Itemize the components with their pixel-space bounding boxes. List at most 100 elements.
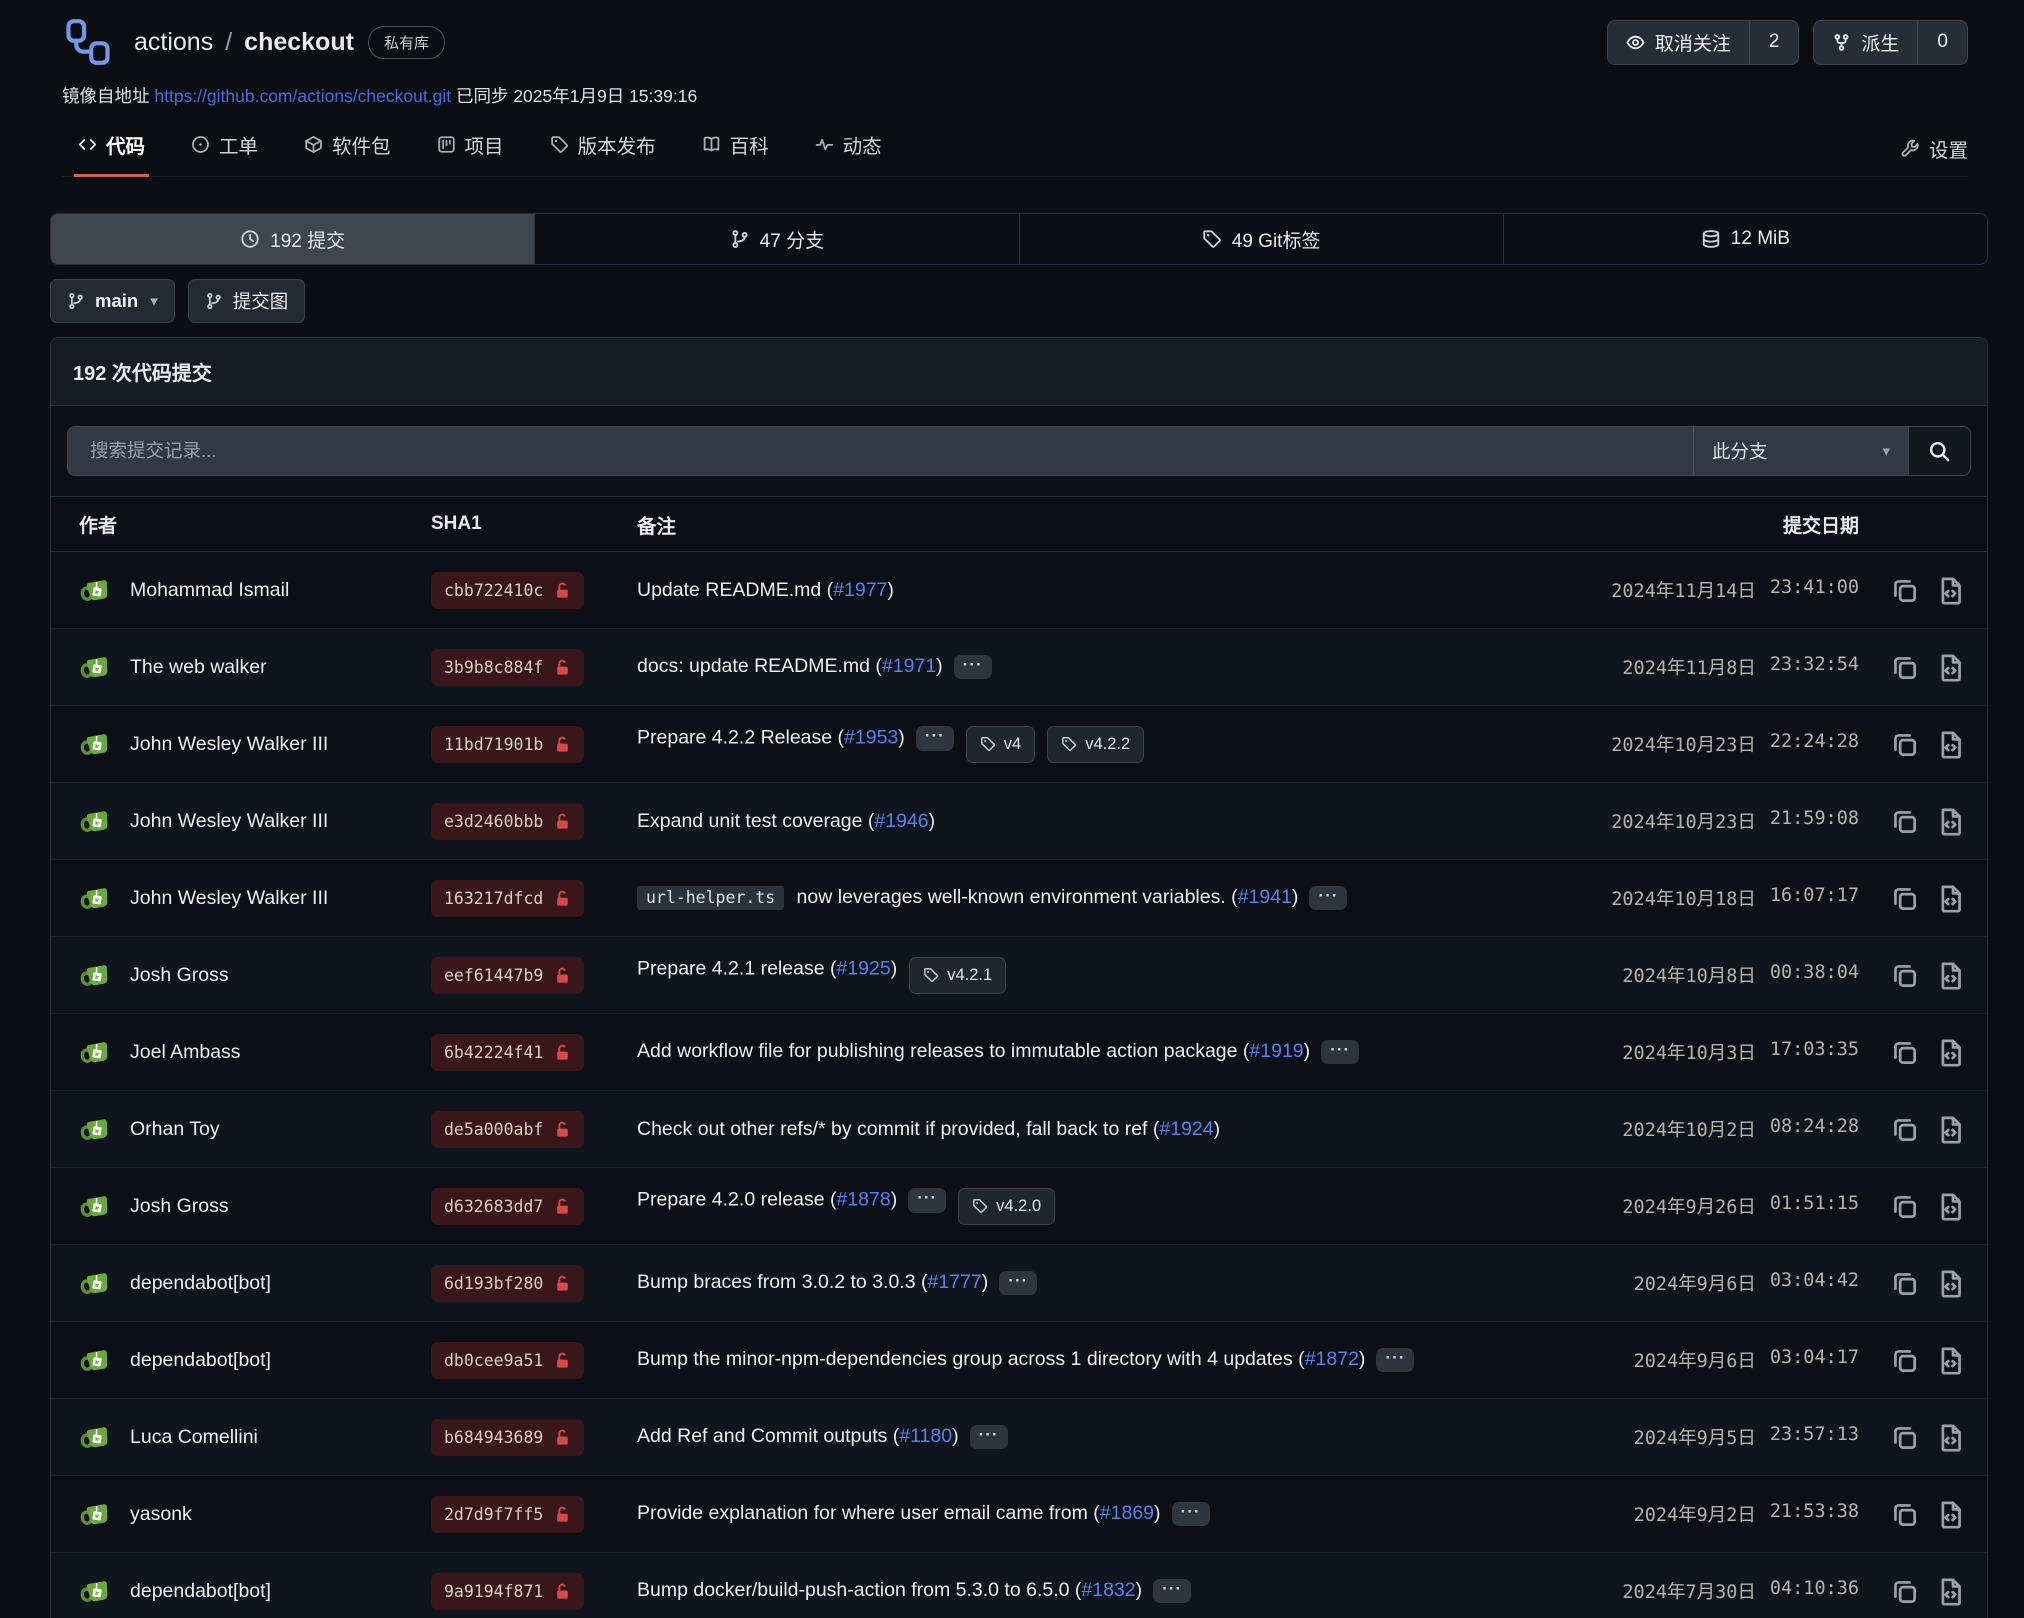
mirror-url-link[interactable]: https://github.com/actions/checkout.git [154,86,451,106]
copy-sha-icon[interactable] [1890,730,1919,759]
commit-author-name[interactable]: John Wesley Walker III [130,810,328,833]
repo-owner-link[interactable]: actions [134,28,213,57]
stat-segment[interactable]: 192 提交 [51,214,534,264]
branch-selector[interactable]: main ▾ [50,279,175,323]
copy-sha-icon[interactable] [1890,1192,1919,1221]
view-file-at-commit-icon[interactable] [1936,1577,1965,1606]
expand-commit-message-button[interactable]: ··· [1376,1348,1414,1373]
expand-commit-message-button[interactable]: ··· [1172,1502,1210,1527]
avatar[interactable] [79,1035,114,1070]
avatar[interactable] [79,650,114,685]
commit-author-name[interactable]: dependabot[bot] [130,1349,271,1372]
version-tag-chip[interactable]: v4 [966,726,1035,763]
avatar[interactable] [79,573,114,608]
view-file-at-commit-icon[interactable] [1936,884,1965,913]
avatar[interactable] [79,1420,114,1455]
pr-link[interactable]: #1941 [1238,886,1292,908]
commit-sha-badge[interactable]: 11bd71901b [431,726,584,763]
avatar[interactable] [79,1343,114,1378]
copy-sha-icon[interactable] [1890,884,1919,913]
copy-sha-icon[interactable] [1890,1115,1919,1144]
tab-settings[interactable]: 设置 [1901,134,1968,163]
expand-commit-message-button[interactable]: ··· [908,1188,946,1213]
tab-activity[interactable]: 动态 [811,124,886,177]
commit-sha-badge[interactable]: db0cee9a51 [431,1342,584,1379]
tab-package[interactable]: 软件包 [300,124,395,177]
copy-sha-icon[interactable] [1890,1577,1919,1606]
copy-sha-icon[interactable] [1890,1269,1919,1298]
unwatch-button[interactable]: 取消关注 [1608,21,1749,64]
view-file-at-commit-icon[interactable] [1936,730,1965,759]
pr-link[interactable]: #1869 [1100,1502,1154,1524]
avatar[interactable] [79,1574,114,1609]
commit-sha-badge[interactable]: 163217dfcd [431,880,584,917]
avatar[interactable] [79,1112,114,1147]
commit-graph-button[interactable]: 提交图 [188,279,306,323]
pr-link[interactable]: #1872 [1305,1348,1359,1370]
search-button[interactable] [1908,427,1970,475]
copy-sha-icon[interactable] [1890,576,1919,605]
commit-author-name[interactable]: Mohammad Ismail [130,579,289,602]
expand-commit-message-button[interactable]: ··· [916,726,954,751]
view-file-at-commit-icon[interactable] [1936,961,1965,990]
commit-author-name[interactable]: John Wesley Walker III [130,887,328,910]
expand-commit-message-button[interactable]: ··· [954,655,992,680]
commit-sha-badge[interactable]: 6b42224f41 [431,1034,584,1071]
avatar[interactable] [79,958,114,993]
commit-sha-badge[interactable]: d632683dd7 [431,1188,584,1225]
pr-link[interactable]: #1878 [836,1188,890,1210]
commit-sha-badge[interactable]: b684943689 [431,1419,584,1456]
avatar[interactable] [79,881,114,916]
view-file-at-commit-icon[interactable] [1936,576,1965,605]
pr-link[interactable]: #1971 [882,655,936,677]
copy-sha-icon[interactable] [1890,961,1919,990]
avatar[interactable] [79,804,114,839]
commit-author-name[interactable]: The web walker [130,656,267,679]
commit-sha-badge[interactable]: de5a000abf [431,1111,584,1148]
copy-sha-icon[interactable] [1890,653,1919,682]
version-tag-chip[interactable]: v4.2.0 [958,1188,1055,1225]
commit-author-name[interactable]: Luca Comellini [130,1426,258,1449]
view-file-at-commit-icon[interactable] [1936,1500,1965,1529]
repo-name-link[interactable]: checkout [244,28,354,57]
tab-release[interactable]: 版本发布 [546,124,660,177]
avatar[interactable] [79,727,114,762]
avatar[interactable] [79,1266,114,1301]
view-file-at-commit-icon[interactable] [1936,1115,1965,1144]
forks-count[interactable]: 0 [1917,21,1967,64]
expand-commit-message-button[interactable]: ··· [970,1425,1008,1450]
view-file-at-commit-icon[interactable] [1936,1038,1965,1067]
tab-issue[interactable]: 工单 [187,124,262,177]
commit-sha-badge[interactable]: 3b9b8c884f [431,649,584,686]
fork-button[interactable]: 派生 [1814,21,1917,64]
view-file-at-commit-icon[interactable] [1936,653,1965,682]
copy-sha-icon[interactable] [1890,1346,1919,1375]
commit-sha-badge[interactable]: 2d7d9f7ff5 [431,1496,584,1533]
view-file-at-commit-icon[interactable] [1936,1269,1965,1298]
view-file-at-commit-icon[interactable] [1936,1346,1965,1375]
pr-link[interactable]: #1953 [844,726,898,748]
commit-search-input[interactable] [68,427,1693,475]
commit-author-name[interactable]: Josh Gross [130,1195,229,1218]
watchers-count[interactable]: 2 [1749,21,1799,64]
tab-project[interactable]: 项目 [433,124,508,177]
commit-sha-badge[interactable]: 9a9194f871 [431,1573,584,1610]
commit-author-name[interactable]: yasonk [130,1503,192,1526]
pr-link[interactable]: #1777 [927,1271,981,1293]
pr-link[interactable]: #1925 [836,957,890,979]
expand-commit-message-button[interactable]: ··· [999,1271,1037,1296]
expand-commit-message-button[interactable]: ··· [1309,886,1347,911]
pr-link[interactable]: #1977 [833,579,887,601]
pr-link[interactable]: #1924 [1159,1118,1213,1140]
copy-sha-icon[interactable] [1890,807,1919,836]
avatar[interactable] [79,1497,114,1532]
stat-segment[interactable]: 49 Git标签 [1019,214,1503,264]
copy-sha-icon[interactable] [1890,1038,1919,1067]
commit-sha-badge[interactable]: e3d2460bbb [431,803,584,840]
commit-sha-badge[interactable]: 6d193bf280 [431,1265,584,1302]
avatar[interactable] [79,1189,114,1224]
expand-commit-message-button[interactable]: ··· [1153,1579,1191,1604]
expand-commit-message-button[interactable]: ··· [1321,1040,1359,1065]
copy-sha-icon[interactable] [1890,1500,1919,1529]
commit-author-name[interactable]: dependabot[bot] [130,1272,271,1295]
